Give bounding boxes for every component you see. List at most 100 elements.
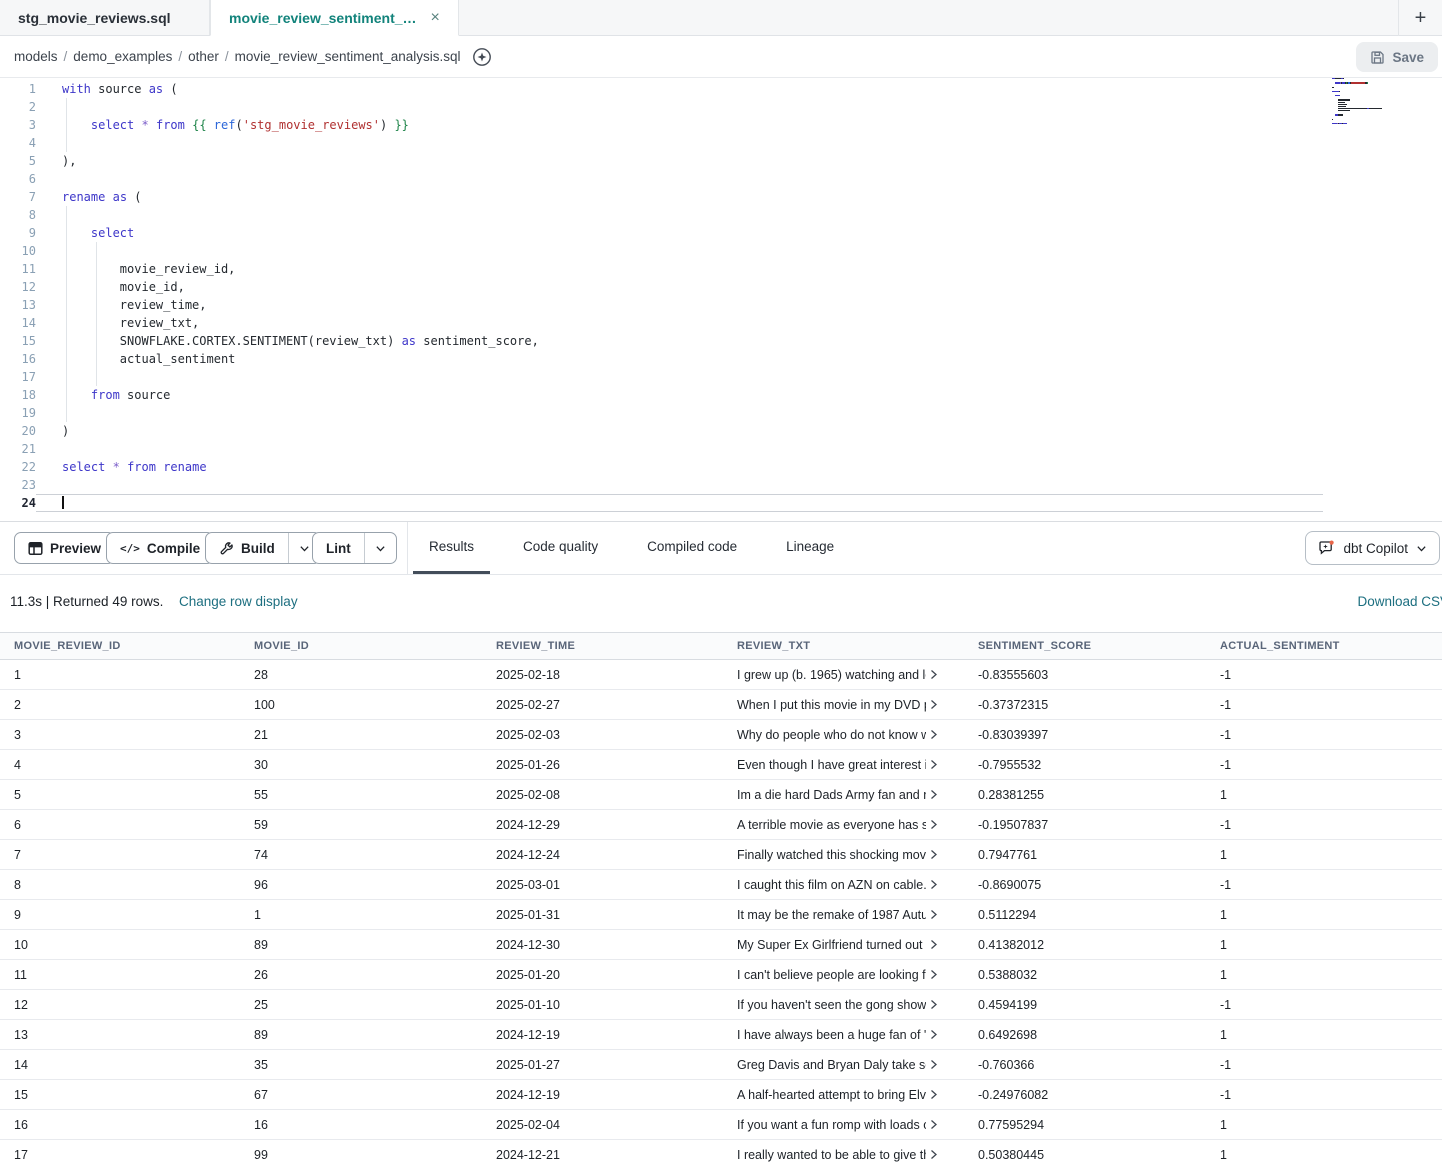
change-row-display-link[interactable]: Change row display [179,594,298,609]
expand-row-chevron-icon[interactable] [930,669,938,680]
tab-stg-movie-reviews[interactable]: stg_movie_reviews.sql [0,0,210,35]
expand-row-chevron-icon[interactable] [930,819,938,830]
code-lines: 1with source as (23 select * from {{ ref… [0,80,1442,512]
table-cell: -1 [1206,1088,1442,1102]
expand-row-chevron-icon[interactable] [930,879,938,890]
editor-minimap[interactable] [1332,78,1398,129]
lint-button[interactable]: Lint [312,532,397,564]
table-row: 15672024-12-19A half-hearted attempt to … [0,1080,1442,1110]
table-cell: I really wanted to be able to give this … [723,1148,964,1162]
table-row: 1282025-02-18I grew up (b. 1965) watchin… [0,660,1442,690]
expand-row-chevron-icon[interactable] [930,939,938,950]
table-cell: 30 [240,758,482,772]
table-cell: 13 [0,1028,240,1042]
tab-code-quality[interactable]: Code quality [507,522,614,574]
table-cell: 12 [0,998,240,1012]
sql-code-editor[interactable]: 1with source as (23 select * from {{ ref… [0,78,1442,522]
table-cell: 2025-01-26 [482,758,723,772]
table-cell: Finally watched this shocking movie la… [723,848,964,862]
dbt-copilot-button[interactable]: dbt Copilot [1305,531,1440,565]
table-cell: 6 [0,818,240,832]
expand-row-chevron-icon[interactable] [930,849,938,860]
table-row: 4302025-01-26Even though I have great in… [0,750,1442,780]
table-cell: 89 [240,1028,482,1042]
lint-dropdown-chevron[interactable] [364,533,396,563]
expand-row-chevron-icon[interactable] [930,969,938,980]
table-cell: 2024-12-29 [482,818,723,832]
tab-lineage[interactable]: Lineage [770,522,850,574]
table-cell: My Super Ex Girlfriend turned out to b… [723,938,964,952]
build-button[interactable]: Build [205,532,321,564]
download-csv-link[interactable]: Download CSV [1357,594,1442,609]
expand-row-chevron-icon[interactable] [930,1029,938,1040]
tab-compiled-code[interactable]: Compiled code [631,522,753,574]
table-cell: 2025-02-04 [482,1118,723,1132]
table-cell: 1 [240,908,482,922]
column-header: SENTIMENT_SCORE [964,640,1206,652]
table-cell: -1 [1206,698,1442,712]
breadcrumb-segment: movie_review_sentiment_analysis.sql [235,49,461,64]
tab-results[interactable]: Results [413,522,490,574]
expand-row-chevron-icon[interactable] [930,1149,938,1160]
wrench-icon [219,541,234,556]
results-table-body: 1282025-02-18I grew up (b. 1965) watchin… [0,660,1442,1166]
table-cell: 11 [0,968,240,982]
table-row: 13892024-12-19I have always been a huge … [0,1020,1442,1050]
table-cell: 96 [240,878,482,892]
expand-row-chevron-icon[interactable] [930,789,938,800]
expand-row-chevron-icon[interactable] [930,1059,938,1070]
table-cell: -1 [1206,1058,1442,1072]
table-cell: 14 [0,1058,240,1072]
expand-row-chevron-icon[interactable] [930,999,938,1010]
table-cell: 28 [240,668,482,682]
table-cell: 0.4594199 [964,998,1206,1012]
table-cell: 1 [1206,908,1442,922]
new-tab-button[interactable]: + [1398,0,1442,36]
table-cell: 1 [1206,1028,1442,1042]
save-button[interactable]: Save [1356,42,1438,72]
table-cell: 2025-02-03 [482,728,723,742]
compile-button[interactable]: </> Compile [106,532,214,564]
close-tab-icon[interactable]: × [431,9,440,27]
expand-row-chevron-icon[interactable] [930,1119,938,1130]
table-cell: 5 [0,788,240,802]
table-cell: 0.50380445 [964,1148,1206,1162]
expand-row-chevron-icon[interactable] [930,1089,938,1100]
table-cell: Why do people who do not know what… [723,728,964,742]
table-cell: 55 [240,788,482,802]
column-header: ACTUAL_SENTIMENT [1206,640,1442,652]
expand-row-chevron-icon[interactable] [930,729,938,740]
table-cell: 26 [240,968,482,982]
table-cell: -0.83039397 [964,728,1206,742]
table-cell: -0.24976082 [964,1088,1206,1102]
tab-movie-review-sentiment[interactable]: movie_review_sentiment_… × [210,0,459,36]
column-header: REVIEW_TXT [723,640,964,652]
expand-row-chevron-icon[interactable] [930,909,938,920]
table-row: 21002025-02-27When I put this movie in m… [0,690,1442,720]
table-cell: 16 [240,1118,482,1132]
table-cell: I can't believe people are looking for a… [723,968,964,982]
tab-label: Lineage [786,539,834,554]
breadcrumb-separator: / [64,49,68,64]
table-row: 12252025-01-10If you haven't seen the go… [0,990,1442,1020]
table-cell: 25 [240,998,482,1012]
copilot-chat-sparkle-icon [1318,540,1335,556]
build-label: Build [241,541,275,556]
table-cell: 2025-01-20 [482,968,723,982]
table-cell: 16 [0,1118,240,1132]
table-cell: 0.77595294 [964,1118,1206,1132]
copilot-dropdown-chevron[interactable] [1416,543,1427,554]
expand-row-chevron-icon[interactable] [930,699,938,710]
save-icon [1370,50,1385,65]
preview-button[interactable]: Preview [14,532,115,564]
table-cell: 10 [0,938,240,952]
copilot-badge-icon[interactable] [471,46,493,68]
table-cell: 0.7947761 [964,848,1206,862]
code-brackets-icon: </> [120,542,140,555]
table-cell: A half-hearted attempt to bring Elvis P… [723,1088,964,1102]
indent-guide [96,242,97,386]
breadcrumb-segment: other [188,49,219,64]
table-cell: -0.37372315 [964,698,1206,712]
expand-row-chevron-icon[interactable] [930,759,938,770]
table-cell: I have always been a huge fan of "Hom… [723,1028,964,1042]
